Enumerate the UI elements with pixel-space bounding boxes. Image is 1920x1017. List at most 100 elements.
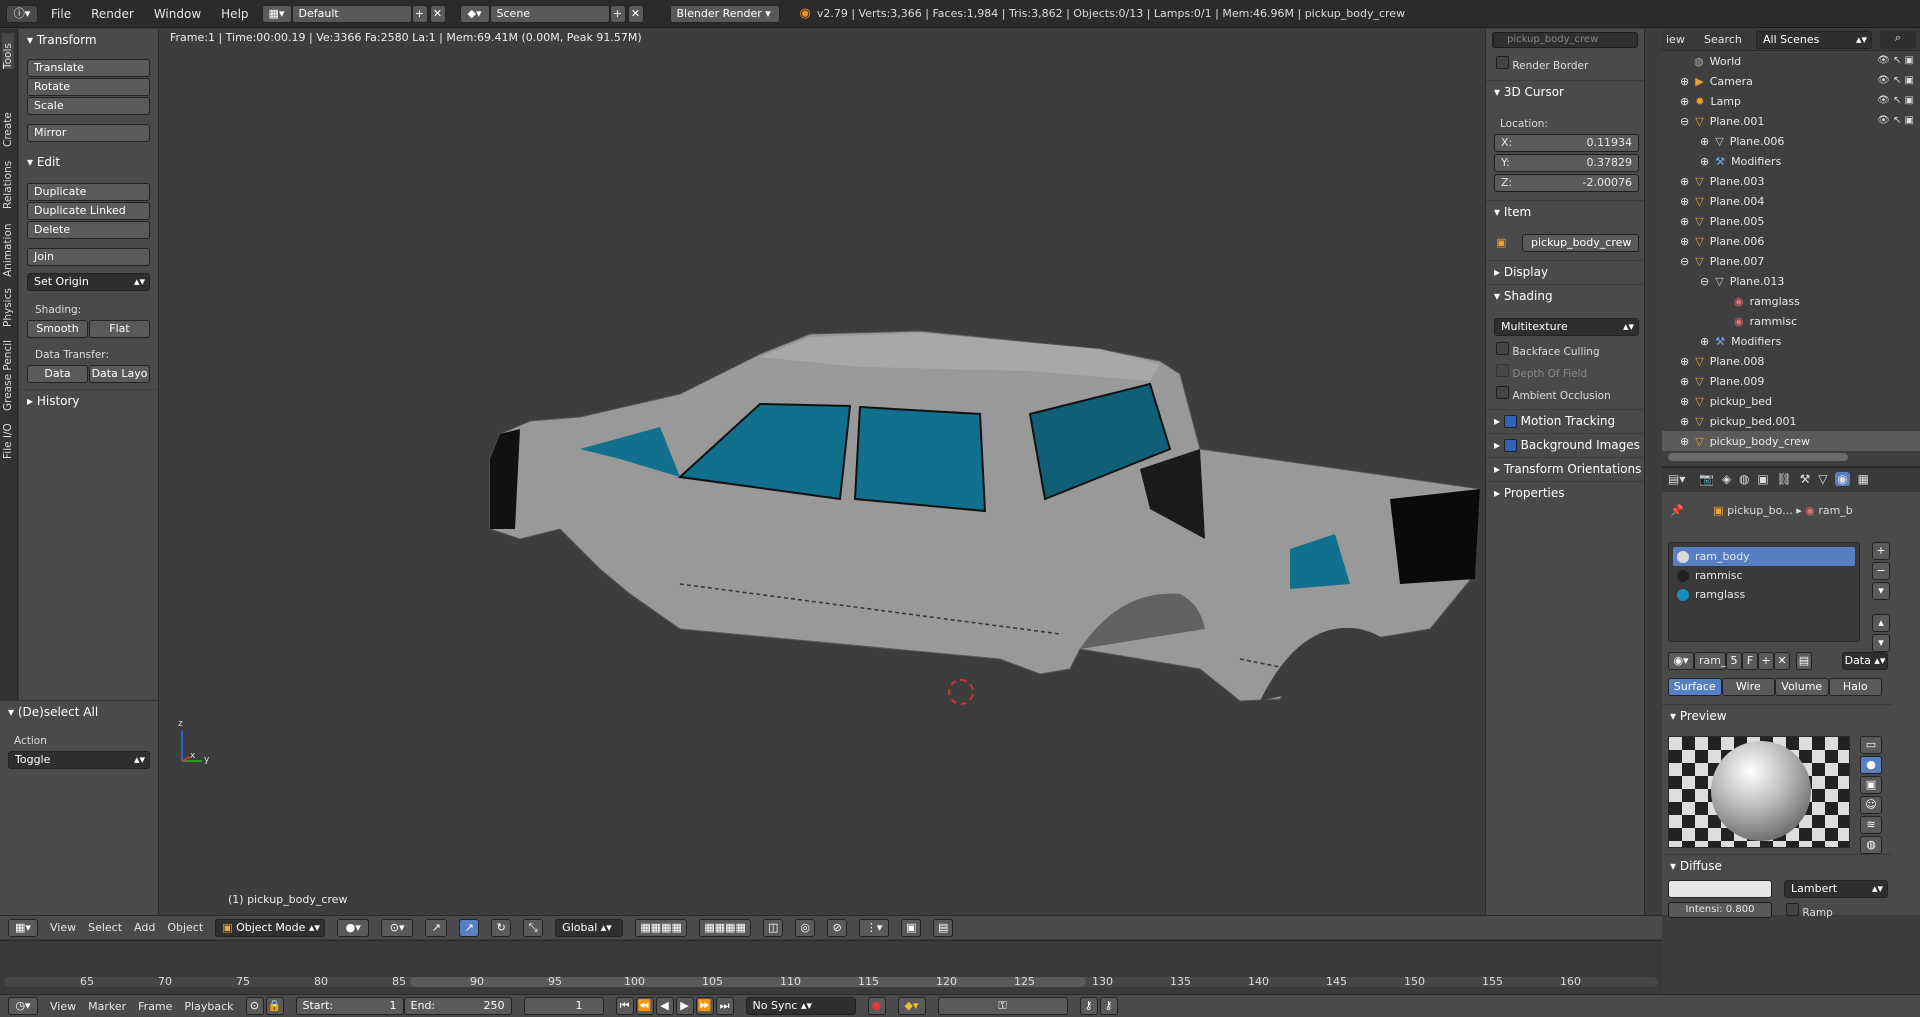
add-scene-button[interactable]: + bbox=[609, 4, 626, 23]
data-transfer-button[interactable]: Data bbox=[27, 365, 88, 383]
flat-button[interactable]: Flat bbox=[89, 320, 150, 338]
diffuse-panel-header[interactable]: ▾ Diffuse bbox=[1662, 854, 1892, 876]
jump-end-icon[interactable]: ⏭ bbox=[715, 997, 734, 1015]
material-slot-row[interactable]: ram_body bbox=[1673, 547, 1855, 566]
render-border-checkbox[interactable]: Render Border bbox=[1496, 56, 1588, 72]
material-name-field[interactable]: ram_ bbox=[1694, 652, 1726, 670]
mirror-button[interactable]: Mirror bbox=[27, 124, 150, 142]
texture-tab-icon[interactable]: ▦ bbox=[1858, 472, 1869, 486]
layers-grid-2[interactable]: ▦▦▦▦ bbox=[699, 918, 752, 937]
menu-add[interactable]: Add bbox=[134, 921, 155, 934]
preview-sphere-icon[interactable]: ● bbox=[1860, 756, 1882, 774]
tab-create[interactable]: Create bbox=[2, 103, 14, 147]
material-users-count[interactable]: 5 bbox=[1726, 652, 1742, 670]
cursor-z-field[interactable]: Z: -2.00076 bbox=[1494, 174, 1639, 192]
tab-wire[interactable]: Wire bbox=[1721, 678, 1775, 696]
screen-layout-icon[interactable]: ▦▾ bbox=[261, 4, 292, 23]
rotate-button[interactable]: Rotate bbox=[27, 78, 150, 96]
preview-range-icon[interactable]: ⊙ bbox=[245, 997, 264, 1015]
jump-keyframe-forward-icon[interactable]: ⏩ bbox=[695, 997, 714, 1015]
current-frame-field[interactable]: 1 bbox=[523, 997, 604, 1015]
timeline-menu-marker[interactable]: Marker bbox=[88, 1000, 126, 1013]
world-tab-icon[interactable]: ◍ bbox=[1739, 472, 1749, 486]
mode-dropdown[interactable]: ▣ Object Mode ▴▾ bbox=[215, 918, 326, 937]
layers-grid[interactable]: ▦▦▦▦ bbox=[635, 918, 688, 937]
constraint-tab-icon[interactable]: ⛓ bbox=[1777, 472, 1792, 486]
end-frame-field[interactable]: End: 250 bbox=[403, 997, 512, 1015]
duplicate-linked-button[interactable]: Duplicate Linked bbox=[27, 202, 150, 220]
render-tab-icon[interactable]: 📷 bbox=[1699, 472, 1714, 486]
data-tab-icon[interactable]: ▽ bbox=[1818, 472, 1827, 486]
render-animation-icon[interactable]: ▤ bbox=[933, 918, 954, 937]
outliner-scrollbar[interactable] bbox=[1668, 453, 1848, 461]
tab-file-io[interactable]: File I/O bbox=[2, 419, 14, 459]
snap-toggle-icon[interactable]: ⊘ bbox=[827, 918, 848, 937]
action-dropdown[interactable]: Toggle ▴▾ bbox=[8, 751, 150, 769]
menu-file[interactable]: File bbox=[44, 7, 78, 21]
keying-set-field[interactable]: ⚿ bbox=[937, 997, 1068, 1015]
snap-element-icon[interactable]: ⋮▾ bbox=[859, 918, 890, 937]
lock-camera-icon[interactable]: ◫ bbox=[763, 918, 784, 937]
editor-type-icon[interactable]: ▤▾ bbox=[1668, 472, 1685, 486]
scene-icon[interactable]: ◆▾ bbox=[459, 4, 490, 23]
background-images-panel-header[interactable]: ▸ Background Images bbox=[1486, 433, 1644, 455]
proportional-edit-icon[interactable]: ◎ bbox=[795, 918, 816, 937]
record-icon[interactable]: ● bbox=[867, 997, 886, 1015]
material-slot-row[interactable]: ramglass bbox=[1673, 585, 1855, 604]
menu-help[interactable]: Help bbox=[214, 7, 255, 21]
set-origin-dropdown[interactable]: Set Origin ▴▾ bbox=[27, 273, 150, 291]
render-engine-dropdown[interactable]: Blender Render ▾ bbox=[669, 4, 780, 23]
deselect-panel-header[interactable]: ▾ (De)select All bbox=[0, 701, 158, 723]
unlink-material-button[interactable]: ✕ bbox=[1774, 652, 1790, 670]
scene-tab-icon[interactable]: ◈ bbox=[1722, 472, 1731, 486]
item-panel-header[interactable]: ▾ Item bbox=[1486, 200, 1644, 222]
diffuse-ramp-checkbox[interactable]: Ramp bbox=[1786, 903, 1833, 919]
tab-surface[interactable]: Surface bbox=[1668, 678, 1722, 696]
keying-set-icon[interactable]: ◆▾ bbox=[897, 997, 926, 1015]
play-icon[interactable]: ▶ bbox=[675, 997, 694, 1015]
object-tab-icon[interactable]: ▣ bbox=[1757, 472, 1768, 486]
rotate-manipulator-icon[interactable]: ↻ bbox=[491, 918, 512, 937]
jump-start-icon[interactable]: ⏮ bbox=[615, 997, 634, 1015]
tab-animation[interactable]: Animation bbox=[2, 215, 14, 277]
opengl-render-icon[interactable]: ▣ bbox=[901, 918, 922, 937]
save-icon[interactable]: ▤ bbox=[1796, 652, 1812, 670]
motion-tracking-panel-header[interactable]: ▸ Motion Tracking bbox=[1486, 409, 1644, 431]
timeline-menu-view[interactable]: View bbox=[50, 1000, 76, 1013]
pivot-point-dropdown[interactable]: ⊙▾ bbox=[381, 918, 414, 937]
sync-dropdown[interactable]: No Sync ▴▾ bbox=[745, 997, 856, 1015]
data-layout-button[interactable]: Data Layo bbox=[89, 365, 150, 383]
fake-user-button[interactable]: F bbox=[1742, 652, 1758, 670]
preview-flat-icon[interactable]: ▭ bbox=[1860, 736, 1882, 754]
browse-material-button[interactable]: ◉▾ bbox=[1668, 652, 1694, 670]
intensity-slider[interactable]: Intensi: 0.800 bbox=[1668, 902, 1772, 918]
data-link-dropdown[interactable]: Data ▴▾ bbox=[1842, 652, 1888, 670]
modifier-tab-icon[interactable]: ⚒ bbox=[1800, 472, 1811, 486]
tab-volume[interactable]: Volume bbox=[1775, 678, 1829, 696]
diffuse-color-swatch[interactable] bbox=[1668, 880, 1772, 898]
preview-sky-icon[interactable]: ◍ bbox=[1860, 836, 1882, 854]
outliner-search-menu[interactable]: Search bbox=[1704, 33, 1742, 46]
transform-orientations-panel-header[interactable]: ▸ Transform Orientations bbox=[1486, 457, 1644, 479]
timeline-ruler[interactable]: 65 70 75 80 85 90 95 100 105 110 115 120… bbox=[0, 940, 1662, 996]
backface-culling-checkbox[interactable]: Backface Culling bbox=[1496, 342, 1600, 358]
scene-field[interactable]: Scene bbox=[489, 4, 610, 23]
cursor-x-field[interactable]: X: 0.11934 bbox=[1494, 134, 1639, 152]
tab-halo[interactable]: Halo bbox=[1828, 678, 1882, 696]
preview-cube-icon[interactable]: ▣ bbox=[1860, 776, 1882, 794]
move-slot-down-button[interactable]: ▾ bbox=[1872, 634, 1890, 652]
menu-render[interactable]: Render bbox=[84, 7, 141, 21]
viewport-shading-dropdown[interactable]: ●▾ bbox=[337, 918, 370, 937]
lock-range-icon[interactable]: 🔒 bbox=[265, 997, 284, 1015]
menu-view[interactable]: View bbox=[50, 921, 76, 934]
menu-select[interactable]: Select bbox=[88, 921, 122, 934]
add-slot-button[interactable]: + bbox=[1872, 542, 1890, 560]
smooth-button[interactable]: Smooth bbox=[27, 320, 88, 338]
material-tab-icon[interactable]: ◉ bbox=[1835, 472, 1850, 486]
tab-relations[interactable]: Relations bbox=[2, 153, 14, 209]
scale-button[interactable]: Scale bbox=[27, 97, 150, 115]
checkbox-icon[interactable] bbox=[1503, 439, 1517, 452]
search-icon[interactable]: ⌕ bbox=[1880, 31, 1916, 49]
shading-mode-dropdown[interactable]: Multitexture ▴▾ bbox=[1494, 318, 1639, 336]
preview-panel-header[interactable]: ▾ Preview bbox=[1662, 704, 1892, 726]
